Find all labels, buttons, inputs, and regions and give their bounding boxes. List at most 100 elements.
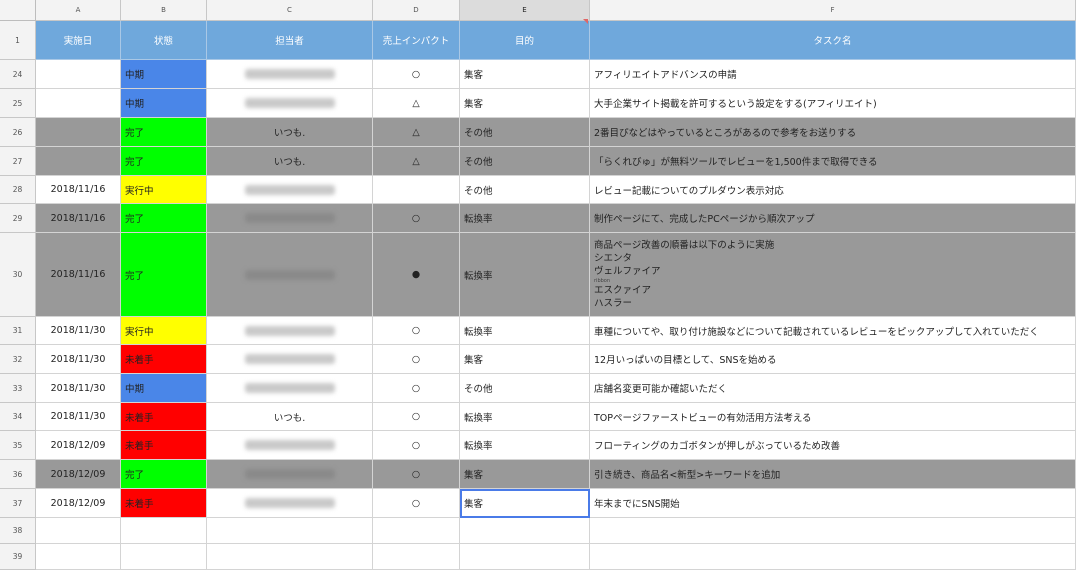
cell-impact[interactable]: ○ (373, 460, 460, 489)
column-header-e[interactable]: E (460, 0, 590, 21)
cell-purpose[interactable]: 転換率 (460, 204, 590, 233)
cell-date[interactable] (36, 118, 121, 147)
cell-status[interactable]: 未着手 (121, 431, 207, 460)
cell-status[interactable]: 完了 (121, 118, 207, 147)
column-header-f[interactable]: F (590, 0, 1076, 21)
cell-owner[interactable] (207, 89, 373, 118)
header-cell-c[interactable]: 担当者 (207, 21, 373, 60)
row-header-31[interactable]: 31 (0, 317, 36, 345)
cell-status[interactable]: 中期 (121, 89, 207, 118)
row-header-24[interactable]: 24 (0, 60, 36, 89)
cell-purpose[interactable]: 集客 (460, 60, 590, 89)
cell-purpose[interactable]: 集客 (460, 89, 590, 118)
row-header-36[interactable]: 36 (0, 460, 36, 489)
cell-date[interactable]: 2018/11/30 (36, 345, 121, 374)
cell-owner[interactable] (207, 460, 373, 489)
cell-task[interactable]: TOPページファーストビューの有効活用方法考える (590, 403, 1076, 431)
row-header-33[interactable]: 33 (0, 374, 36, 403)
cell-task[interactable]: 2番目ぴなどはやっているところがあるので参考をお送りする (590, 118, 1076, 147)
cell-date[interactable]: 2018/12/09 (36, 431, 121, 460)
cell-impact[interactable]: ○ (373, 60, 460, 89)
empty-cell[interactable] (36, 544, 121, 570)
cell-impact[interactable]: ○ (373, 489, 460, 518)
cell-task[interactable]: フローティングのカゴボタンが押しがぶっているため改善 (590, 431, 1076, 460)
empty-cell[interactable] (373, 518, 460, 544)
cell-purpose[interactable]: その他 (460, 176, 590, 204)
empty-cell[interactable] (373, 544, 460, 570)
cell-impact[interactable]: △ (373, 89, 460, 118)
cell-purpose[interactable]: その他 (460, 118, 590, 147)
cell-task[interactable]: 大手企業サイト掲載を許可するという設定をする(アフィリエイト) (590, 89, 1076, 118)
column-header-a[interactable]: A (36, 0, 121, 21)
cell-purpose[interactable]: 転換率 (460, 317, 590, 345)
row-header-26[interactable]: 26 (0, 118, 36, 147)
empty-cell[interactable] (590, 544, 1076, 570)
cell-task[interactable]: 車種についてや、取り付け施設などについて記載されているレビューをピックアップして… (590, 317, 1076, 345)
header-cell-d[interactable]: 売上インパクト (373, 21, 460, 60)
row-header-32[interactable]: 32 (0, 345, 36, 374)
cell-owner[interactable] (207, 374, 373, 403)
spreadsheet-grid[interactable]: A B C D E F 1 実施日 状態 担当者 売上インパクト 目的 タスク名 24 中期 ○ 集客 アフィリエ… (0, 0, 1076, 570)
cell-owner[interactable] (207, 204, 373, 233)
header-cell-e[interactable]: 目的 (460, 21, 590, 60)
cell-impact[interactable]: ○ (373, 431, 460, 460)
cell-status[interactable]: 完了 (121, 147, 207, 176)
cell-impact[interactable]: △ (373, 118, 460, 147)
select-all-corner[interactable] (0, 0, 36, 21)
cell-purpose[interactable]: その他 (460, 374, 590, 403)
cell-impact[interactable]: ● (373, 233, 460, 317)
header-cell-b[interactable]: 状態 (121, 21, 207, 60)
cell-owner[interactable]: いつも. (207, 147, 373, 176)
row-header-29[interactable]: 29 (0, 204, 36, 233)
cell-task[interactable]: レビュー記載についてのプルダウン表示対応 (590, 176, 1076, 204)
empty-cell[interactable] (207, 544, 373, 570)
column-header-b[interactable]: B (121, 0, 207, 21)
column-header-d[interactable]: D (373, 0, 460, 21)
row-header-34[interactable]: 34 (0, 403, 36, 431)
cell-impact[interactable]: ○ (373, 345, 460, 374)
cell-date[interactable]: 2018/11/30 (36, 317, 121, 345)
cell-task[interactable]: 年末までにSNS開始 (590, 489, 1076, 518)
column-header-c[interactable]: C (207, 0, 373, 21)
cell-purpose[interactable]: 転換率 (460, 403, 590, 431)
cell-date[interactable]: 2018/11/16 (36, 204, 121, 233)
cell-owner[interactable] (207, 60, 373, 89)
cell-purpose[interactable]: 集客 (460, 345, 590, 374)
empty-cell[interactable] (207, 518, 373, 544)
cell-impact[interactable]: ○ (373, 374, 460, 403)
row-header-39[interactable]: 39 (0, 544, 36, 570)
empty-cell[interactable] (121, 518, 207, 544)
row-header-1[interactable]: 1 (0, 21, 36, 60)
cell-impact[interactable]: △ (373, 147, 460, 176)
cell-status[interactable]: 未着手 (121, 489, 207, 518)
cell-owner[interactable] (207, 489, 373, 518)
cell-date[interactable]: 2018/11/16 (36, 176, 121, 204)
empty-cell[interactable] (460, 544, 590, 570)
row-header-30[interactable]: 30 (0, 233, 36, 317)
cell-owner[interactable]: いつも. (207, 403, 373, 431)
cell-owner[interactable] (207, 431, 373, 460)
cell-date[interactable]: 2018/12/09 (36, 489, 121, 518)
cell-date[interactable] (36, 89, 121, 118)
cell-status[interactable]: 中期 (121, 60, 207, 89)
cell-date[interactable]: 2018/12/09 (36, 460, 121, 489)
cell-date[interactable]: 2018/11/16 (36, 233, 121, 317)
cell-status[interactable]: 完了 (121, 233, 207, 317)
cell-status[interactable]: 中期 (121, 374, 207, 403)
cell-purpose[interactable]: 転換率 (460, 431, 590, 460)
cell-owner[interactable] (207, 176, 373, 204)
cell-date[interactable]: 2018/11/30 (36, 374, 121, 403)
empty-cell[interactable] (121, 544, 207, 570)
cell-owner[interactable] (207, 317, 373, 345)
cell-status[interactable]: 実行中 (121, 317, 207, 345)
cell-task[interactable]: 商品ページ改善の順番は以下のように実施 シエンタ ヴェルファイア ribbon エスクァ… (590, 233, 1076, 317)
row-header-35[interactable]: 35 (0, 431, 36, 460)
cell-date[interactable] (36, 147, 121, 176)
row-header-25[interactable]: 25 (0, 89, 36, 118)
cell-date[interactable]: 2018/11/30 (36, 403, 121, 431)
header-cell-a[interactable]: 実施日 (36, 21, 121, 60)
cell-owner[interactable] (207, 233, 373, 317)
row-header-37[interactable]: 37 (0, 489, 36, 518)
cell-status[interactable]: 完了 (121, 460, 207, 489)
cell-owner[interactable] (207, 345, 373, 374)
